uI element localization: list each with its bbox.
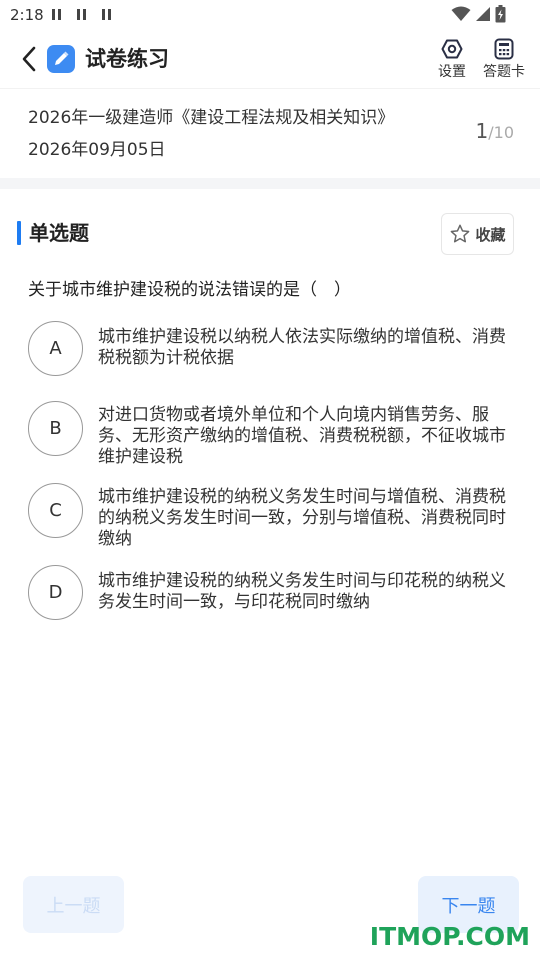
app-logo — [47, 45, 75, 73]
prev-question-button[interactable]: 上一题 — [23, 876, 124, 933]
option-text[interactable]: 城市维护建设税以纳税人依法实际缴纳的增值税、消费税税额为计税依据 — [98, 321, 510, 369]
app-bar: 试卷练习 设置 答题卡 — [0, 32, 540, 88]
option-letter-circle[interactable]: A — [28, 321, 83, 376]
progress-total: /10 — [488, 123, 514, 142]
pause-icon — [77, 9, 86, 20]
status-bar: 2:18 — [0, 0, 540, 32]
option-a[interactable]: A 城市维护建设税以纳税人依法实际缴纳的增值税、消费税税额为计税依据 — [28, 321, 514, 376]
question-type: 单选题 — [29, 221, 89, 245]
favorite-button[interactable]: 收藏 — [441, 213, 514, 255]
progress-current: 1 — [475, 119, 489, 143]
option-text[interactable]: 城市维护建设税的纳税义务发生时间与印花税的纳税义务发生时间一致，与印花税同时缴纳 — [98, 565, 510, 613]
wifi-icon — [451, 6, 471, 21]
favorite-label: 收藏 — [475, 225, 506, 244]
question-type-marker — [17, 221, 21, 245]
gear-icon — [441, 39, 463, 59]
section-divider — [0, 178, 540, 189]
option-d[interactable]: D 城市维护建设税的纳税义务发生时间与印花税的纳税义务发生时间一致，与印花税同时… — [28, 565, 514, 620]
option-letter-circle[interactable]: D — [28, 565, 83, 620]
chevron-left-icon — [22, 46, 36, 72]
watermark: ITMOP.COM — [369, 922, 530, 951]
paper-date: 2026年09月05日 — [28, 140, 166, 160]
page-title: 试卷练习 — [85, 47, 169, 71]
back-button[interactable] — [16, 44, 42, 74]
pause-icon — [52, 9, 61, 20]
star-icon — [451, 224, 470, 243]
settings-label: 设置 — [438, 64, 466, 80]
status-time: 2:18 — [10, 6, 44, 24]
question-progress: 1/10 — [476, 119, 514, 143]
answer-card-label: 答题卡 — [483, 64, 525, 80]
settings-button[interactable]: 设置 — [425, 38, 479, 80]
option-letter-circle[interactable]: C — [28, 483, 83, 538]
option-letter-circle[interactable]: B — [28, 401, 83, 456]
pencil-icon — [55, 51, 69, 65]
question-stem: 关于城市维护建设税的说法错误的是（ ） — [28, 280, 351, 300]
notification-icons — [52, 9, 111, 20]
pause-icon — [102, 9, 111, 20]
paper-info: 2026年一级建造师《建设工程法规及相关知识》 2026年09月05日 1/10 — [0, 88, 540, 178]
answer-card-icon — [494, 38, 514, 60]
battery-charging-icon — [495, 5, 506, 23]
signal-icon — [476, 7, 490, 21]
option-text[interactable]: 城市维护建设税的纳税义务发生时间与增值税、消费税的纳税义务发生时间一致，分别与增… — [98, 481, 510, 550]
paper-name: 2026年一级建造师《建设工程法规及相关知识》 — [28, 108, 395, 128]
option-text[interactable]: 对进口货物或者境外单位和个人向境内销售劳务、服务、无形资产缴纳的增值税、消费税税… — [98, 399, 510, 468]
answer-card-button[interactable]: 答题卡 — [477, 38, 531, 80]
status-right-icons — [451, 5, 506, 23]
option-c[interactable]: C 城市维护建设税的纳税义务发生时间与增值税、消费税的纳税义务发生时间一致，分别… — [28, 483, 514, 550]
option-b[interactable]: B 对进口货物或者境外单位和个人向境内销售劳务、服务、无形资产缴纳的增值税、消费… — [28, 401, 514, 468]
